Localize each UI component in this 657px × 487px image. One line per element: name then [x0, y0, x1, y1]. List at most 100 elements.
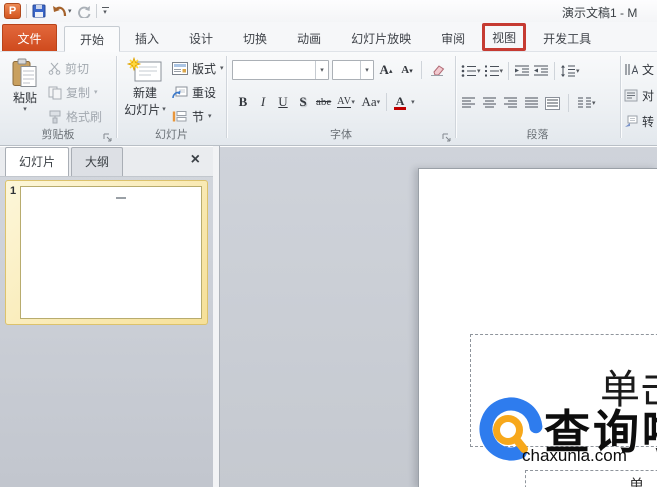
font-dialog-launcher[interactable]	[442, 133, 451, 142]
distribute-text-icon[interactable]	[545, 96, 560, 110]
italic-button[interactable]: I	[254, 92, 272, 112]
character-spacing-button[interactable]: AV ▾	[335, 92, 357, 112]
tab-file[interactable]: 文件	[2, 24, 57, 51]
cut-label: 剪切	[65, 62, 90, 76]
pane-tab-outline[interactable]: 大纲	[71, 147, 124, 176]
text-shadow-button[interactable]: S	[294, 92, 312, 112]
font-size-dropdown[interactable]: ▾	[360, 61, 373, 79]
font-color-button[interactable]: A	[391, 92, 409, 112]
new-slide-icon	[127, 57, 162, 82]
columns-icon	[578, 97, 591, 108]
ribbon: 粘贴 ▾ 剪切 复制 ▾ 格式刷 剪贴板 新建 幻灯片 ▾ 版式 ▾ 重设 节 …	[0, 52, 657, 146]
align-text-button[interactable]: 对	[622, 85, 657, 106]
tab-animations[interactable]: 动画	[282, 25, 336, 51]
group-separator	[620, 56, 621, 138]
clipboard-dialog-launcher[interactable]	[103, 133, 112, 142]
paste-dropdown-arrow[interactable]: ▾	[23, 106, 27, 113]
tab-design[interactable]: 设计	[174, 25, 228, 51]
cut-icon	[48, 62, 61, 75]
font-name-dropdown[interactable]: ▾	[315, 61, 328, 79]
clear-formatting-button[interactable]	[427, 60, 447, 80]
bullets-dropdown-arrow[interactable]: ▾	[477, 68, 481, 75]
pane-splitter[interactable]	[213, 146, 220, 487]
paste-button[interactable]: 粘贴 ▾	[5, 58, 45, 113]
layout-button[interactable]: 版式 ▾	[170, 58, 226, 79]
reset-button[interactable]: 重设	[170, 82, 226, 103]
qat-customize-button[interactable]: ▾	[101, 6, 109, 16]
copy-icon	[48, 86, 62, 99]
font-color-swatch	[394, 106, 407, 110]
tab-slideshow[interactable]: 幻灯片放映	[336, 25, 426, 51]
layout-label: 版式	[192, 62, 217, 76]
tab-view-highlighted[interactable]: 视图	[482, 23, 527, 51]
text-direction-label: 文	[642, 63, 655, 77]
thumbnail-placeholder-mark	[116, 197, 126, 199]
save-button[interactable]	[32, 4, 46, 18]
pane-close-button[interactable]: ×	[191, 152, 200, 168]
pane-tab-slides[interactable]: 幻灯片	[5, 147, 70, 176]
watermark-domain-text: chaxunla.com	[522, 446, 627, 465]
text-direction-button[interactable]: 文	[622, 59, 657, 80]
section-button[interactable]: 节 ▾	[170, 106, 226, 127]
font-color-dropdown-arrow[interactable]: ▾	[411, 99, 415, 106]
underline-button[interactable]: U	[274, 92, 292, 112]
undo-dropdown-arrow[interactable]: ▾	[68, 8, 72, 15]
columns-dropdown-arrow[interactable]: ▾	[592, 100, 596, 107]
layout-dropdown-arrow[interactable]: ▾	[220, 65, 224, 72]
clipboard-group: 粘贴 ▾ 剪切 复制 ▾ 格式刷 剪贴板	[0, 52, 116, 145]
line-spacing-dropdown-arrow[interactable]: ▾	[576, 68, 580, 75]
tab-transitions[interactable]: 切换	[228, 25, 282, 51]
slides-group-label: 幻灯片	[155, 129, 188, 141]
cut-button[interactable]: 剪切	[46, 58, 104, 79]
increase-indent-icon[interactable]	[533, 65, 549, 77]
font-separator	[421, 61, 422, 79]
tab-insert[interactable]: 插入	[120, 25, 174, 51]
window-title: 演示文稿1 - M	[562, 6, 638, 20]
text-direction-icon	[625, 64, 638, 75]
font-size-combo[interactable]: ▾	[332, 60, 374, 80]
app-icon[interactable]: P	[4, 3, 21, 19]
undo-button[interactable]: ▾	[51, 5, 72, 18]
tab-developer[interactable]: 开发工具	[528, 25, 606, 51]
copy-label: 复制	[66, 86, 91, 100]
strikethrough-button[interactable]: abe	[314, 92, 333, 112]
decrease-indent-icon[interactable]	[514, 65, 530, 77]
align-left-icon[interactable]	[461, 97, 476, 109]
columns-button[interactable]: ▾	[577, 97, 596, 109]
font-separator	[386, 93, 388, 111]
title-bar: P ▾ ▾ 演示文稿1 - M	[0, 0, 657, 22]
tab-home[interactable]: 开始	[64, 26, 121, 52]
qat-customize-bar	[101, 6, 109, 8]
copy-button[interactable]: 复制 ▾	[46, 82, 104, 103]
slide-thumbnail-number: 1	[10, 185, 17, 197]
character-spacing-dropdown-arrow[interactable]: ▾	[351, 98, 355, 106]
format-painter-icon	[49, 110, 61, 123]
align-right-icon[interactable]	[503, 97, 518, 109]
paragraph-separator	[568, 94, 569, 112]
grow-font-button[interactable]: A ▴	[377, 60, 395, 80]
new-slide-dropdown-arrow[interactable]: ▾	[162, 106, 166, 113]
change-case-dropdown-arrow[interactable]: ▾	[377, 98, 381, 106]
align-center-icon[interactable]	[482, 97, 497, 109]
redo-button[interactable]	[77, 5, 91, 18]
section-dropdown-arrow[interactable]: ▾	[208, 113, 212, 120]
redo-icon	[77, 5, 90, 18]
justify-icon[interactable]	[524, 97, 539, 109]
shrink-font-button[interactable]: A ▾	[398, 60, 416, 80]
new-slide-button[interactable]: 新建 幻灯片 ▾	[120, 57, 170, 118]
format-painter-button[interactable]: 格式刷	[46, 106, 104, 127]
qat-separator	[26, 4, 27, 18]
section-icon	[172, 111, 187, 122]
change-case-button[interactable]: Aa ▾	[359, 92, 382, 112]
bold-button[interactable]: B	[234, 92, 252, 112]
font-name-combo[interactable]: ▾	[232, 60, 329, 80]
convert-smartart-button[interactable]: 转	[622, 111, 657, 132]
numbering-button[interactable]: ▾	[484, 65, 504, 77]
slide-thumbnail-selected[interactable]: 1	[5, 180, 208, 325]
numbering-dropdown-arrow[interactable]: ▾	[500, 68, 504, 75]
line-spacing-button[interactable]: ▾	[560, 65, 580, 77]
bullets-button[interactable]: ▾	[461, 65, 481, 77]
tab-review[interactable]: 审阅	[426, 25, 480, 51]
slide-thumbnail-page[interactable]	[20, 186, 202, 319]
copy-dropdown-arrow[interactable]: ▾	[94, 89, 98, 96]
